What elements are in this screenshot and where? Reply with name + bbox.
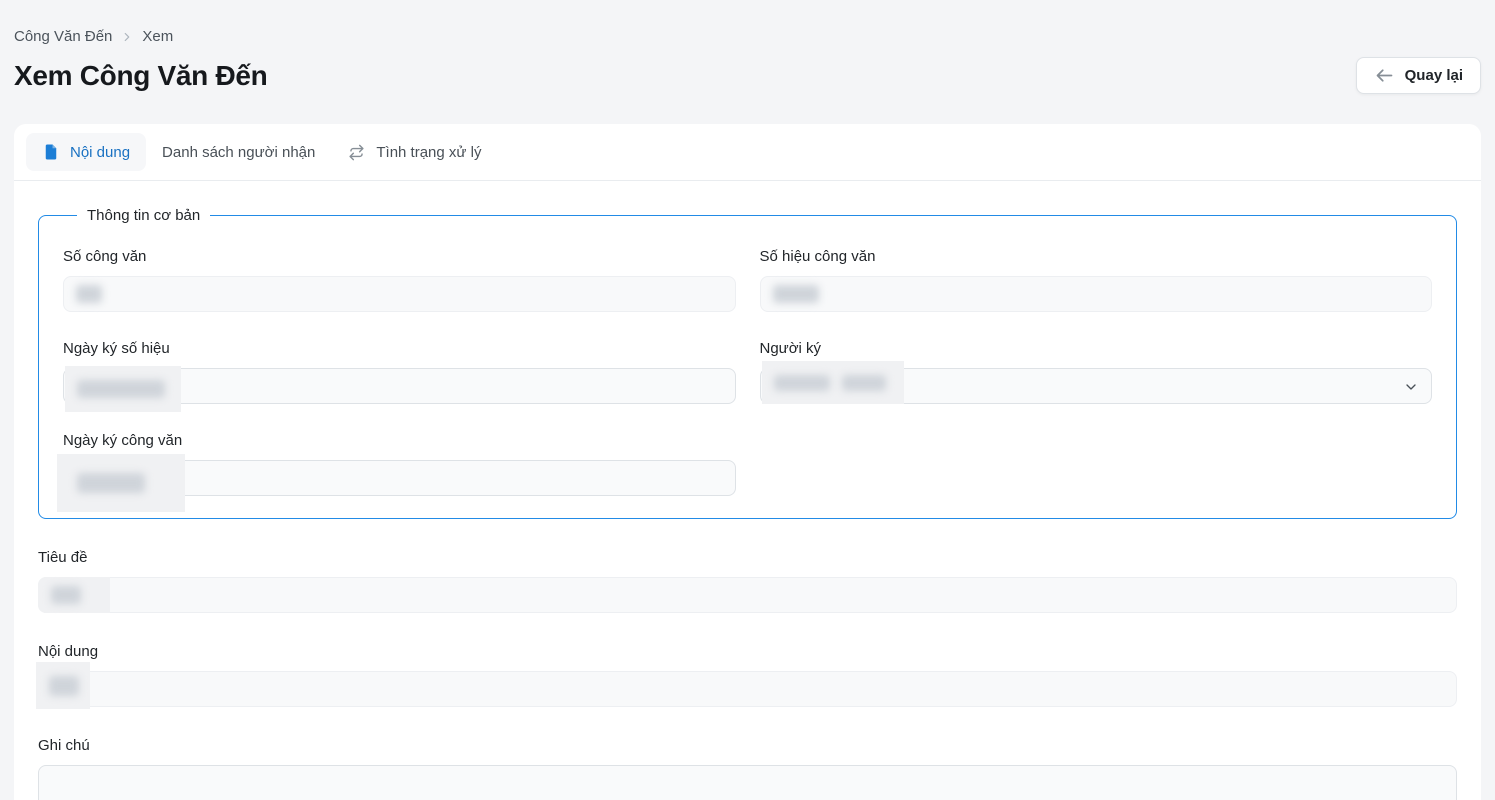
tab-noi-dung[interactable]: Nội dung — [26, 133, 146, 171]
tab-label: Tình trạng xử lý — [376, 144, 481, 161]
redaction-patch — [38, 577, 110, 613]
redacted-value — [49, 676, 79, 696]
back-button-label: Quay lại — [1405, 67, 1463, 84]
page-title: Xem Công Văn Đến — [14, 60, 267, 92]
field-grid: Số công văn Số hiệu công văn Ngày ký số … — [63, 248, 1432, 496]
redaction-patch — [762, 361, 904, 404]
redaction-patch — [65, 366, 181, 412]
redacted-value — [77, 473, 145, 493]
chevron-right-icon — [120, 30, 134, 44]
arrow-left-icon — [1374, 65, 1395, 86]
ngay-ky-cong-van-label: Ngày ký công văn — [63, 432, 736, 450]
nguoi-ky-label: Người ký — [760, 340, 1433, 358]
redaction-patch — [57, 454, 185, 512]
redacted-value — [51, 586, 81, 604]
breadcrumb-item-xem: Xem — [142, 28, 173, 45]
field-tieu-de: Tiêu đề — [38, 549, 1457, 613]
tab-tinh-trang-xu-ly[interactable]: Tình trạng xử lý — [331, 133, 497, 171]
tab-label: Nội dung — [70, 144, 130, 161]
field-ngay-ky-so-hieu: Ngày ký số hiệu — [63, 340, 736, 404]
tieu-de-label: Tiêu đề — [38, 549, 1457, 567]
field-so-cong-van: Số công văn — [63, 248, 736, 312]
field-nguoi-ky: Người ký — [760, 340, 1433, 404]
so-cong-van-input[interactable] — [63, 276, 736, 312]
so-cong-van-label: Số công văn — [63, 248, 736, 266]
ngay-ky-so-hieu-label: Ngày ký số hiệu — [63, 340, 736, 358]
field-ghi-chu: Ghi chú — [38, 737, 1457, 800]
swap-arrows-icon — [347, 143, 366, 162]
tab-list: Nội dung Danh sách người nhận Tình trạng… — [14, 124, 1481, 180]
form-content: Thông tin cơ bản Số công văn Số hiệu côn… — [14, 181, 1481, 800]
page: { "breadcrumb": { "items": ["Công Văn Đế… — [0, 0, 1495, 800]
redacted-value — [773, 285, 819, 303]
back-button[interactable]: Quay lại — [1356, 57, 1481, 94]
field-noi-dung: Nội dung — [38, 643, 1457, 707]
redaction-patch — [36, 662, 90, 709]
basic-info-legend: Thông tin cơ bản — [77, 207, 210, 224]
content-card: Nội dung Danh sách người nhận Tình trạng… — [14, 124, 1481, 800]
tieu-de-input[interactable] — [38, 577, 1457, 613]
file-icon — [42, 143, 60, 161]
grid-spacer — [760, 432, 1433, 496]
redacted-value — [76, 285, 102, 303]
redacted-value — [842, 375, 886, 391]
page-header: Công Văn Đến Xem Xem Công Văn Đến Quay l… — [0, 0, 1495, 94]
redacted-value — [774, 375, 830, 391]
field-ngay-ky-cong-van: Ngày ký công văn — [63, 432, 736, 496]
so-hieu-cong-van-input[interactable] — [760, 276, 1433, 312]
field-so-hieu-cong-van: Số hiệu công văn — [760, 248, 1433, 312]
tab-label: Danh sách người nhận — [162, 144, 315, 161]
chevron-down-icon — [1403, 379, 1419, 400]
redacted-value — [77, 380, 165, 398]
breadcrumb-item-cong-van-den[interactable]: Công Văn Đến — [14, 28, 112, 45]
tab-danh-sach-nguoi-nhan[interactable]: Danh sách người nhận — [146, 133, 331, 171]
ghi-chu-label: Ghi chú — [38, 737, 1457, 755]
so-hieu-cong-van-label: Số hiệu công văn — [760, 248, 1433, 266]
title-row: Xem Công Văn Đến Quay lại — [14, 57, 1481, 94]
noi-dung-label: Nội dung — [38, 643, 1457, 661]
basic-info-fieldset: Thông tin cơ bản Số công văn Số hiệu côn… — [38, 207, 1457, 519]
ghi-chu-textarea[interactable] — [38, 765, 1457, 800]
breadcrumb: Công Văn Đến Xem — [14, 28, 1481, 45]
noi-dung-input[interactable] — [38, 671, 1457, 707]
